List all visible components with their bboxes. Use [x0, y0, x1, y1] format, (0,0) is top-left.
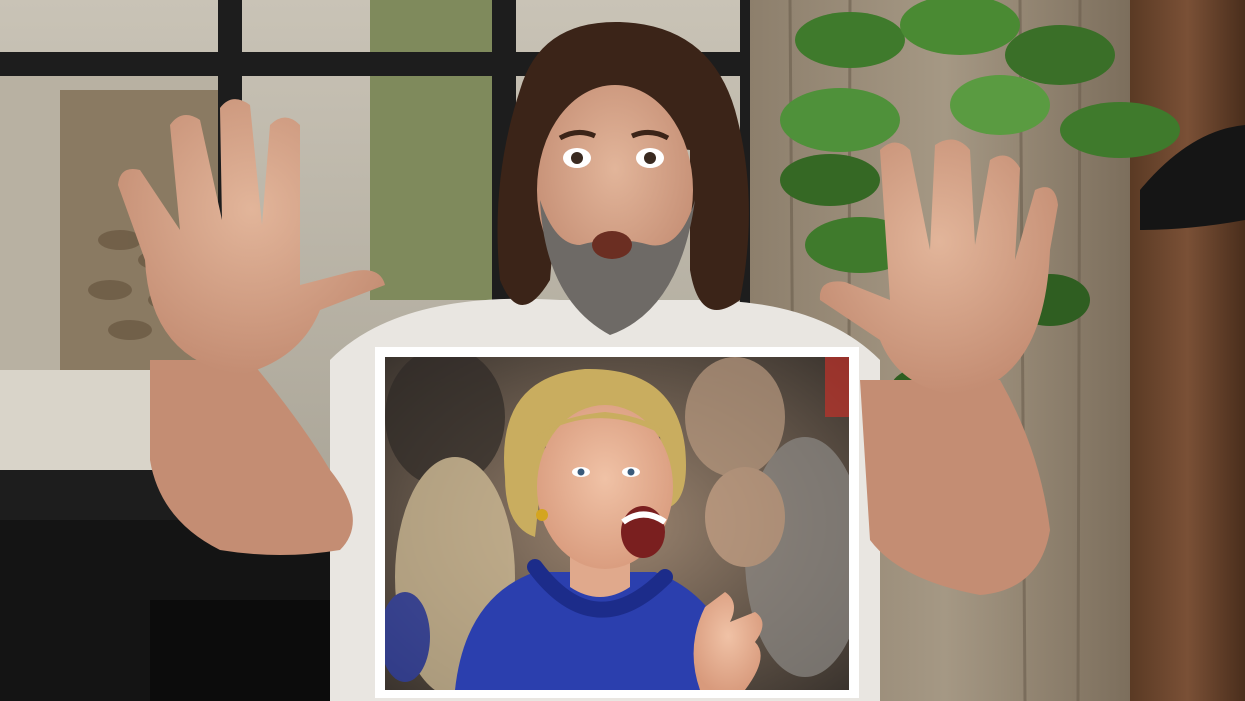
inset-photo-illustration	[385, 357, 849, 690]
earring	[536, 509, 548, 521]
inset-photo	[385, 357, 849, 690]
tree-trunk	[370, 0, 500, 300]
inset-photo-frame	[375, 347, 859, 698]
